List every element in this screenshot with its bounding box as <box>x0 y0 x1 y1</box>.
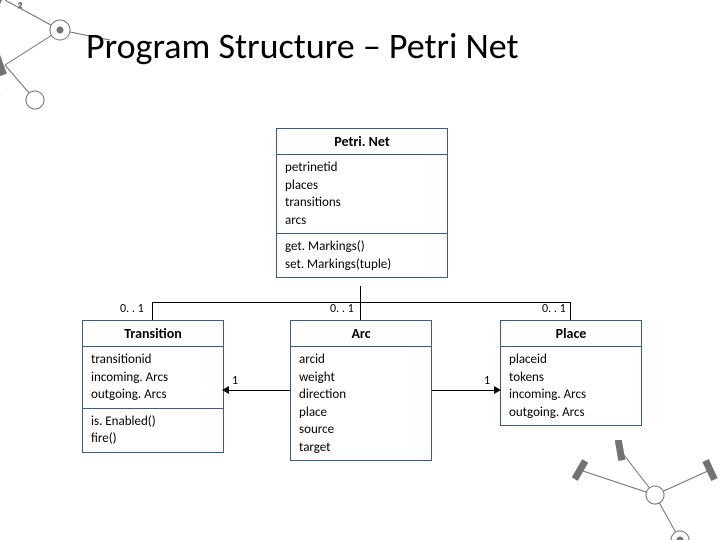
multiplicity-one-right: 1 <box>484 374 490 388</box>
slide-title: Program Structure – Petri Net <box>86 24 519 68</box>
class-petrinet-ops: get. Markings() set. Markings(tuple) <box>277 233 447 277</box>
attr: outgoing. Arcs <box>509 404 633 422</box>
class-place: Place placeid tokens incoming. Arcs outg… <box>500 320 642 426</box>
class-petrinet: Petri. Net petrinetid places transitions… <box>276 128 448 278</box>
decorative-petri-sketch-bottom <box>560 440 720 540</box>
multiplicity-arc: 0. . 1 <box>330 302 354 316</box>
attr: transitionid <box>91 351 215 369</box>
arrowhead-right <box>494 386 501 394</box>
attr: placeid <box>509 351 633 369</box>
attr: transitions <box>285 194 439 212</box>
connector-drop-arc <box>360 302 361 320</box>
attr: arcid <box>299 351 423 369</box>
attr: petrinetid <box>285 159 439 177</box>
connector-horizontal-main <box>152 302 570 303</box>
connector-vertical-main <box>360 286 361 302</box>
multiplicity-transition: 0. . 1 <box>120 302 144 316</box>
attr: source <box>299 421 423 439</box>
attr: place <box>299 404 423 422</box>
class-transition-ops: is. Enabled() fire() <box>83 408 223 452</box>
class-arc-attrs: arcid weight direction place source targ… <box>291 347 431 460</box>
class-transition-attrs: transitionid incoming. Arcs outgoing. Ar… <box>83 347 223 408</box>
connector-drop-place <box>570 302 571 320</box>
op: fire() <box>91 430 215 448</box>
attr: weight <box>299 369 423 387</box>
connector-drop-transition <box>152 302 153 320</box>
attr: direction <box>299 386 423 404</box>
attr: tokens <box>509 369 633 387</box>
attr: target <box>299 439 423 457</box>
op: is. Enabled() <box>91 413 215 431</box>
class-arc: Arc arcid weight direction place source … <box>290 320 432 461</box>
svg-text:2: 2 <box>18 1 22 11</box>
op: get. Markings() <box>285 238 439 256</box>
attr: places <box>285 177 439 195</box>
connector-transition-arc <box>228 390 290 391</box>
class-place-name: Place <box>501 321 641 347</box>
class-transition-name: Transition <box>83 321 223 347</box>
multiplicity-one-left: 1 <box>232 374 238 388</box>
attr: incoming. Arcs <box>509 386 633 404</box>
class-transition: Transition transitionid incoming. Arcs o… <box>82 320 224 453</box>
attr: outgoing. Arcs <box>91 386 215 404</box>
connector-arc-place <box>432 390 494 391</box>
class-place-attrs: placeid tokens incoming. Arcs outgoing. … <box>501 347 641 425</box>
op: set. Markings(tuple) <box>285 256 439 274</box>
attr: arcs <box>285 212 439 230</box>
multiplicity-place: 0. . 1 <box>542 302 566 316</box>
arrowhead-left <box>222 386 229 394</box>
class-petrinet-attrs: petrinetid places transitions arcs <box>277 155 447 233</box>
class-arc-name: Arc <box>291 321 431 347</box>
class-petrinet-name: Petri. Net <box>277 129 447 155</box>
attr: incoming. Arcs <box>91 369 215 387</box>
